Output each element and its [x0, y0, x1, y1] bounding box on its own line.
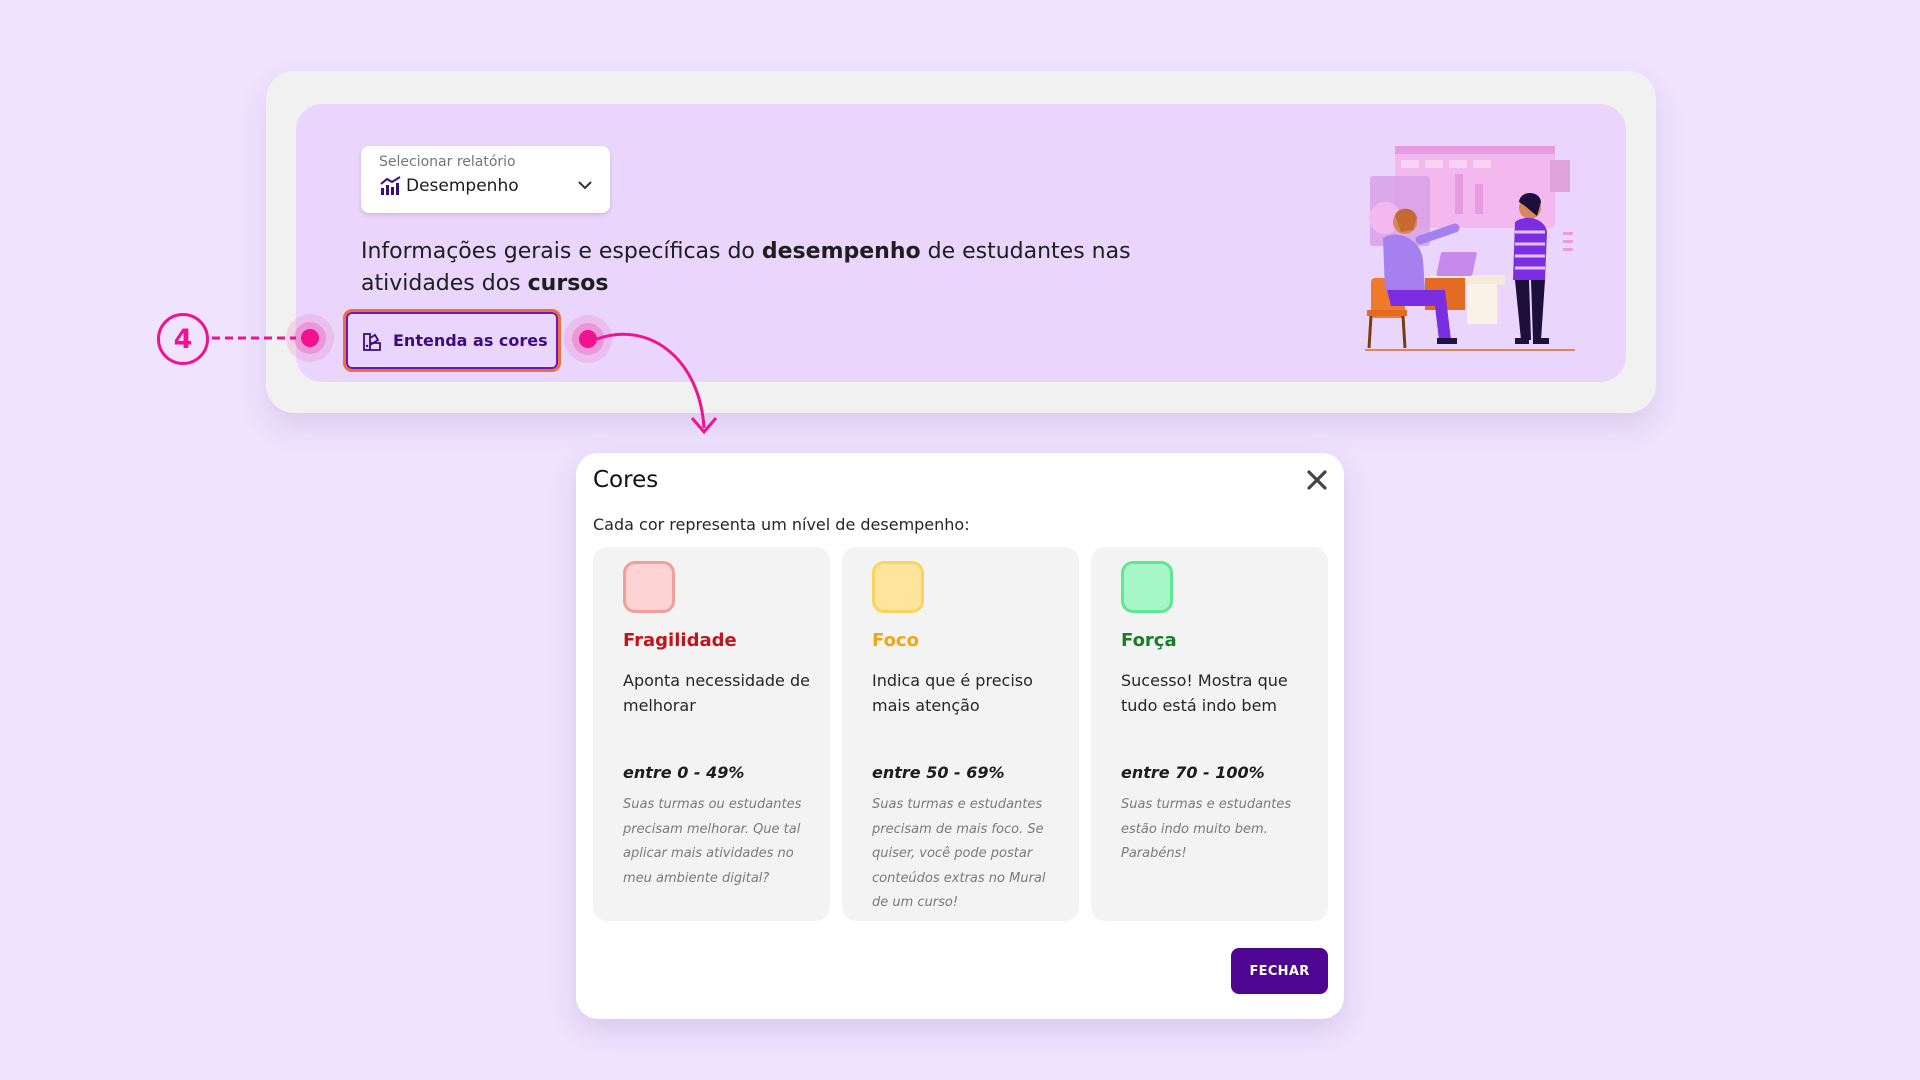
- level-card-foco: Foco Indica que é preciso mais atenção e…: [842, 547, 1079, 921]
- report-description: Informações gerais e específicas do dese…: [361, 236, 1181, 300]
- level-name: Foco: [872, 630, 919, 651]
- report-select-value: Desempenho: [406, 176, 519, 196]
- level-card-forca: Força Sucesso! Mostra que tudo está indo…: [1091, 547, 1328, 921]
- palette-icon: [363, 333, 381, 351]
- level-name: Força: [1121, 630, 1177, 651]
- color-swatch: [1121, 561, 1173, 613]
- level-range: entre 70 - 100%: [1121, 763, 1265, 782]
- level-card-fragilidade: Fragilidade Aponta necessidade de melhor…: [593, 547, 830, 921]
- modal-subtitle: Cada cor representa um nível de desempen…: [593, 515, 970, 534]
- report-select[interactable]: Selecionar relatório Desempenho: [361, 146, 610, 213]
- level-range: entre 50 - 69%: [872, 763, 1005, 782]
- close-icon[interactable]: [1304, 467, 1330, 493]
- color-swatch: [872, 561, 924, 613]
- color-swatch: [623, 561, 675, 613]
- bar-chart-icon: [380, 176, 401, 195]
- understand-colors-button[interactable]: Entenda as cores: [343, 309, 561, 372]
- report-select-label: Selecionar relatório: [379, 154, 516, 170]
- level-note: Suas turmas e estudantes precisam de mai…: [872, 797, 1046, 910]
- level-description: Indica que é preciso mais atenção: [872, 671, 1033, 715]
- close-modal-button[interactable]: FECHAR: [1231, 948, 1328, 994]
- headline-bold-2: cursos: [527, 271, 609, 296]
- chevron-down-icon[interactable]: [576, 176, 594, 194]
- headline-text-1: Informações gerais e específicas do: [361, 239, 762, 264]
- level-name: Fragilidade: [623, 630, 737, 651]
- level-description: Sucesso! Mostra que tudo está indo bem: [1121, 671, 1288, 715]
- understand-colors-label: Entenda as cores: [393, 331, 548, 350]
- modal-title: Cores: [593, 467, 659, 493]
- step-number-badge: 4: [157, 313, 209, 365]
- people-dashboard-illustration: [1365, 146, 1575, 351]
- level-range: entre 0 - 49%: [623, 763, 745, 782]
- colors-modal: Cores Cada cor representa um nível de de…: [576, 453, 1344, 1019]
- level-description: Aponta necessidade de melhorar: [623, 671, 810, 715]
- level-note: Suas turmas ou estudantes precisam melho…: [623, 797, 802, 886]
- level-note: Suas turmas e estudantes estão indo muit…: [1121, 797, 1292, 861]
- headline-bold-1: desempenho: [761, 239, 921, 264]
